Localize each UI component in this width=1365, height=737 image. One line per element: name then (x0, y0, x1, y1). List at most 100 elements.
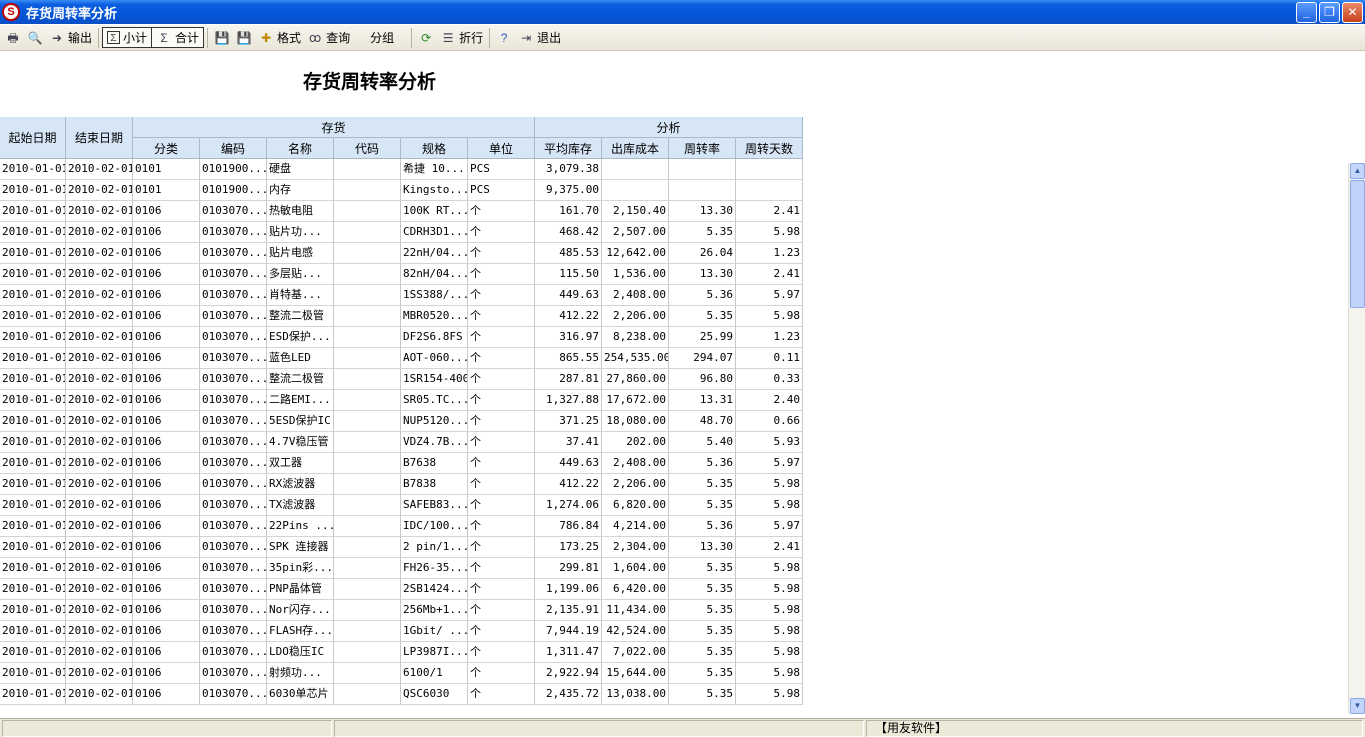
fold-button[interactable]: ☰ 折行 (437, 27, 486, 49)
cell-alias-code (334, 600, 401, 621)
cell-unit: 个 (468, 327, 535, 348)
table-row[interactable]: 2010-01-01 2010-02-01 0106 0103070... PNP晶体管… (0, 579, 803, 600)
col-header-code[interactable]: 编码 (200, 138, 267, 159)
cell-avg-stock: 1,311.47 (535, 642, 602, 663)
total-label: 合计 (175, 31, 200, 45)
table-row[interactable]: 2010-01-01 2010-02-01 0106 0103070... 多层贴...… (0, 264, 803, 285)
refresh-button[interactable]: ⟳ (415, 27, 437, 49)
col-header-spec[interactable]: 规格 (401, 138, 468, 159)
cell-turnover-rate: 13.31 (669, 390, 736, 411)
vertical-scrollbar[interactable]: ▲ ▼ (1348, 163, 1365, 714)
cell-category: 0101 (133, 159, 200, 180)
table-row[interactable]: 2010-01-01 2010-02-01 0106 0103070... TX滤波器 S… (0, 495, 803, 516)
col-header-avg-stock[interactable]: 平均库存 (535, 138, 602, 159)
cell-category: 0106 (133, 390, 200, 411)
cell-spec: MBR0520... (401, 306, 468, 327)
cell-alias-code (334, 390, 401, 411)
table-row[interactable]: 2010-01-01 2010-02-01 0106 0103070... Nor闪存.… (0, 600, 803, 621)
cell-spec: SAFEB83... (401, 495, 468, 516)
help-button[interactable]: ? (493, 27, 515, 49)
cell-name: FLASH存... (267, 621, 334, 642)
cell-category: 0106 (133, 411, 200, 432)
table-row[interactable]: 2010-01-01 2010-02-01 0106 0103070... RX滤波器 B… (0, 474, 803, 495)
query-button[interactable]: ꝏ 查询 (304, 27, 353, 49)
cell-code: 0103070... (200, 663, 267, 684)
cell-unit: 个 (468, 201, 535, 222)
table-row[interactable]: 2010-01-01 2010-02-01 0106 0103070... 6030单芯… (0, 684, 803, 705)
cell-out-cost: 2,304.00 (602, 537, 669, 558)
scroll-down-button[interactable]: ▼ (1350, 698, 1365, 714)
group-button[interactable]: 分组 (353, 27, 397, 49)
format-button[interactable]: ✚ 格式 (255, 27, 304, 49)
table-row[interactable]: 2010-01-01 2010-02-01 0106 0103070... LDO稳压I… (0, 642, 803, 663)
col-header-name[interactable]: 名称 (267, 138, 334, 159)
cell-alias-code (334, 684, 401, 705)
col-header-unit[interactable]: 单位 (468, 138, 535, 159)
subtotal-button[interactable]: Σ 小计 (102, 27, 153, 48)
cell-alias-code (334, 495, 401, 516)
exit-button[interactable]: ⇥ 退出 (515, 27, 564, 49)
cell-start-date: 2010-01-01 (0, 453, 66, 474)
table-row[interactable]: 2010-01-01 2010-02-01 0106 0103070... 二路EMI.… (0, 390, 803, 411)
table-row[interactable]: 2010-01-01 2010-02-01 0106 0103070... 热敏电阻 10… (0, 201, 803, 222)
cell-name: 肖特基... (267, 285, 334, 306)
cell-code: 0103070... (200, 432, 267, 453)
cell-alias-code (334, 642, 401, 663)
table-row[interactable]: 2010-01-01 2010-02-01 0106 0103070... 22Pins… (0, 516, 803, 537)
table-row[interactable]: 2010-01-01 2010-02-01 0106 0103070... 35pin彩… (0, 558, 803, 579)
col-header-category[interactable]: 分类 (133, 138, 200, 159)
binoculars-icon: ꝏ (308, 30, 322, 45)
cell-category: 0106 (133, 348, 200, 369)
col-header-turnover-rate[interactable]: 周转率 (669, 138, 736, 159)
cell-avg-stock: 161.70 (535, 201, 602, 222)
table-row[interactable]: 2010-01-01 2010-02-01 0106 0103070... 整流二极管 1… (0, 369, 803, 390)
close-button[interactable]: ✕ (1342, 2, 1363, 23)
col-header-alias-code[interactable]: 代码 (334, 138, 401, 159)
cell-end-date: 2010-02-01 (66, 432, 133, 453)
table-row[interactable]: 2010-01-01 2010-02-01 0106 0103070... 肖特基...… (0, 285, 803, 306)
table-row[interactable]: 2010-01-01 2010-02-01 0106 0103070... 贴片电感 22… (0, 243, 803, 264)
table-row[interactable]: 2010-01-01 2010-02-01 0101 0101900... 硬盘 希捷 1… (0, 159, 803, 180)
cell-unit: 个 (468, 579, 535, 600)
scroll-up-button[interactable]: ▲ (1350, 163, 1365, 179)
print-button[interactable]: 🖶 (2, 27, 24, 49)
col-header-end-date[interactable]: 结束日期 (66, 117, 133, 159)
save-as-button[interactable]: 💾 (233, 27, 255, 49)
cell-name: Nor闪存... (267, 600, 334, 621)
print-preview-icon: 🔍 (27, 30, 43, 45)
cell-category: 0106 (133, 684, 200, 705)
preview-button[interactable]: 🔍 (24, 27, 46, 49)
cell-unit: 个 (468, 411, 535, 432)
scroll-thumb[interactable] (1350, 180, 1365, 308)
table-row[interactable]: 2010-01-01 2010-02-01 0106 0103070... 贴片功...… (0, 222, 803, 243)
col-header-start-date[interactable]: 起始日期 (0, 117, 66, 159)
table-row[interactable]: 2010-01-01 2010-02-01 0106 0103070... 整流二极管 M… (0, 306, 803, 327)
report-rows: 2010-01-01 2010-02-01 0101 0101900... 硬盘 希捷 1… (0, 159, 803, 714)
save-as-icon: 💾 (236, 30, 252, 45)
table-row[interactable]: 2010-01-01 2010-02-01 0106 0103070... 5ESD保护… (0, 411, 803, 432)
query-label: 查询 (326, 31, 351, 45)
table-row[interactable]: 2010-01-01 2010-02-01 0106 0103070... 双工器 B76… (0, 453, 803, 474)
output-button[interactable]: ➜ 输出 (46, 27, 95, 49)
restore-button[interactable]: ❐ (1319, 2, 1340, 23)
table-row[interactable]: 2010-01-01 2010-02-01 0106 0103070... SPK 连接… (0, 537, 803, 558)
table-row[interactable]: 2010-01-01 2010-02-01 0106 0103070... 蓝色LED A… (0, 348, 803, 369)
cell-start-date: 2010-01-01 (0, 264, 66, 285)
cell-start-date: 2010-01-01 (0, 201, 66, 222)
save-button[interactable]: 💾 (211, 27, 233, 49)
table-row[interactable]: 2010-01-01 2010-02-01 0106 0103070... FLASH存… (0, 621, 803, 642)
col-header-out-cost[interactable]: 出库成本 (602, 138, 669, 159)
cell-code: 0103070... (200, 495, 267, 516)
cell-end-date: 2010-02-01 (66, 684, 133, 705)
col-header-turnover-days[interactable]: 周转天数 (736, 138, 803, 159)
cell-unit: 个 (468, 243, 535, 264)
table-row[interactable]: 2010-01-01 2010-02-01 0106 0103070... ESD保护.… (0, 327, 803, 348)
total-button[interactable]: Σ 合计 (151, 27, 205, 48)
table-row[interactable]: 2010-01-01 2010-02-01 0106 0103070... 4.7V稳压… (0, 432, 803, 453)
table-row[interactable]: 2010-01-01 2010-02-01 0101 0101900... 内存 King… (0, 180, 803, 201)
table-row[interactable]: 2010-01-01 2010-02-01 0106 0103070... 射频功...… (0, 663, 803, 684)
cell-avg-stock: 412.22 (535, 306, 602, 327)
cell-alias-code (334, 159, 401, 180)
cell-out-cost: 254,535.00 (602, 348, 669, 369)
minimize-button[interactable]: _ (1296, 2, 1317, 23)
